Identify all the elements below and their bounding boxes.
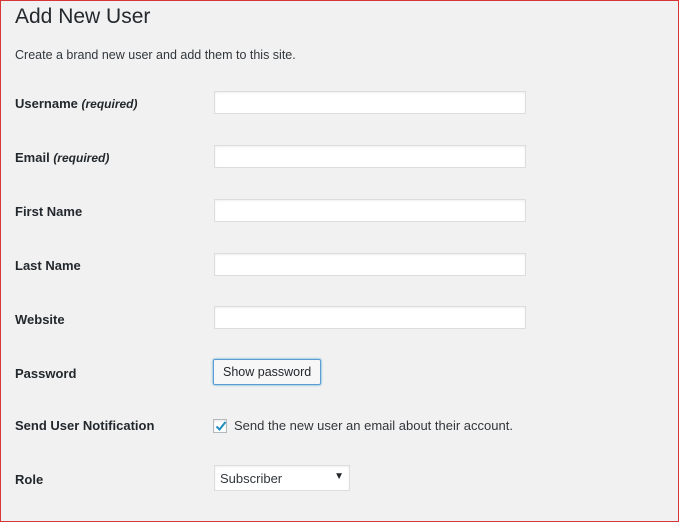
first-name-input[interactable] [214, 199, 526, 222]
email-label-text: Email [15, 150, 50, 165]
role-selected-value: Subscriber [220, 471, 283, 486]
role-select[interactable]: Subscriber ▼ [214, 465, 350, 491]
notification-checkbox-label[interactable]: Send the new user an email about their a… [234, 418, 513, 433]
last-name-label: Last Name [15, 258, 81, 273]
email-required-note: (required) [53, 151, 110, 165]
username-input[interactable] [214, 91, 526, 114]
website-label: Website [15, 312, 65, 327]
first-name-label: First Name [15, 204, 83, 219]
checkmark-icon [215, 421, 227, 431]
username-label-text: Username [15, 96, 78, 111]
username-label: Username (required) [15, 96, 138, 111]
notification-label: Send User Notification [15, 418, 155, 433]
role-label: Role [15, 472, 44, 487]
chevron-down-icon: ▼ [334, 471, 344, 482]
show-password-button[interactable]: Show password [213, 359, 322, 385]
password-label: Password [15, 366, 77, 381]
page-description: Create a brand new user and add them to … [15, 48, 296, 62]
email-input[interactable] [214, 145, 526, 168]
website-input[interactable] [214, 306, 526, 329]
page-title: Add New User [15, 5, 151, 28]
last-name-input[interactable] [214, 253, 526, 276]
add-user-panel: Add New User Create a brand new user and… [0, 0, 679, 522]
notification-checkbox[interactable] [213, 419, 227, 433]
email-label: Email (required) [15, 150, 109, 165]
username-required-note: (required) [81, 97, 138, 111]
